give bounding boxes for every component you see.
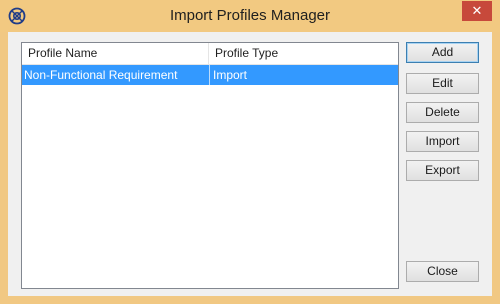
delete-button[interactable]: Delete (406, 102, 479, 123)
export-button[interactable]: Export (406, 160, 479, 181)
list-row[interactable]: Non-Functional Requirement Import (22, 65, 398, 85)
list-header: Profile Name Profile Type (22, 43, 398, 65)
column-header-profile-name[interactable]: Profile Name (22, 43, 209, 64)
profiles-list[interactable]: Profile Name Profile Type Non-Functional… (21, 42, 399, 289)
window-close-button[interactable]: ✕ (462, 1, 492, 21)
edit-button[interactable]: Edit (406, 73, 479, 94)
column-header-profile-type[interactable]: Profile Type (209, 43, 398, 64)
profile-type-cell: Import (209, 65, 398, 85)
profile-name-cell: Non-Functional Requirement (24, 68, 178, 82)
dialog-client-area: Profile Name Profile Type Non-Functional… (8, 32, 492, 296)
import-profiles-manager-window: Import Profiles Manager ✕ Profile Name P… (0, 0, 500, 304)
add-button[interactable]: Add (406, 42, 479, 63)
window-title: Import Profiles Manager (169, 7, 331, 24)
title-bar[interactable]: Import Profiles Manager ✕ (0, 0, 500, 32)
import-button[interactable]: Import (406, 131, 479, 152)
close-button[interactable]: Close (406, 261, 479, 282)
